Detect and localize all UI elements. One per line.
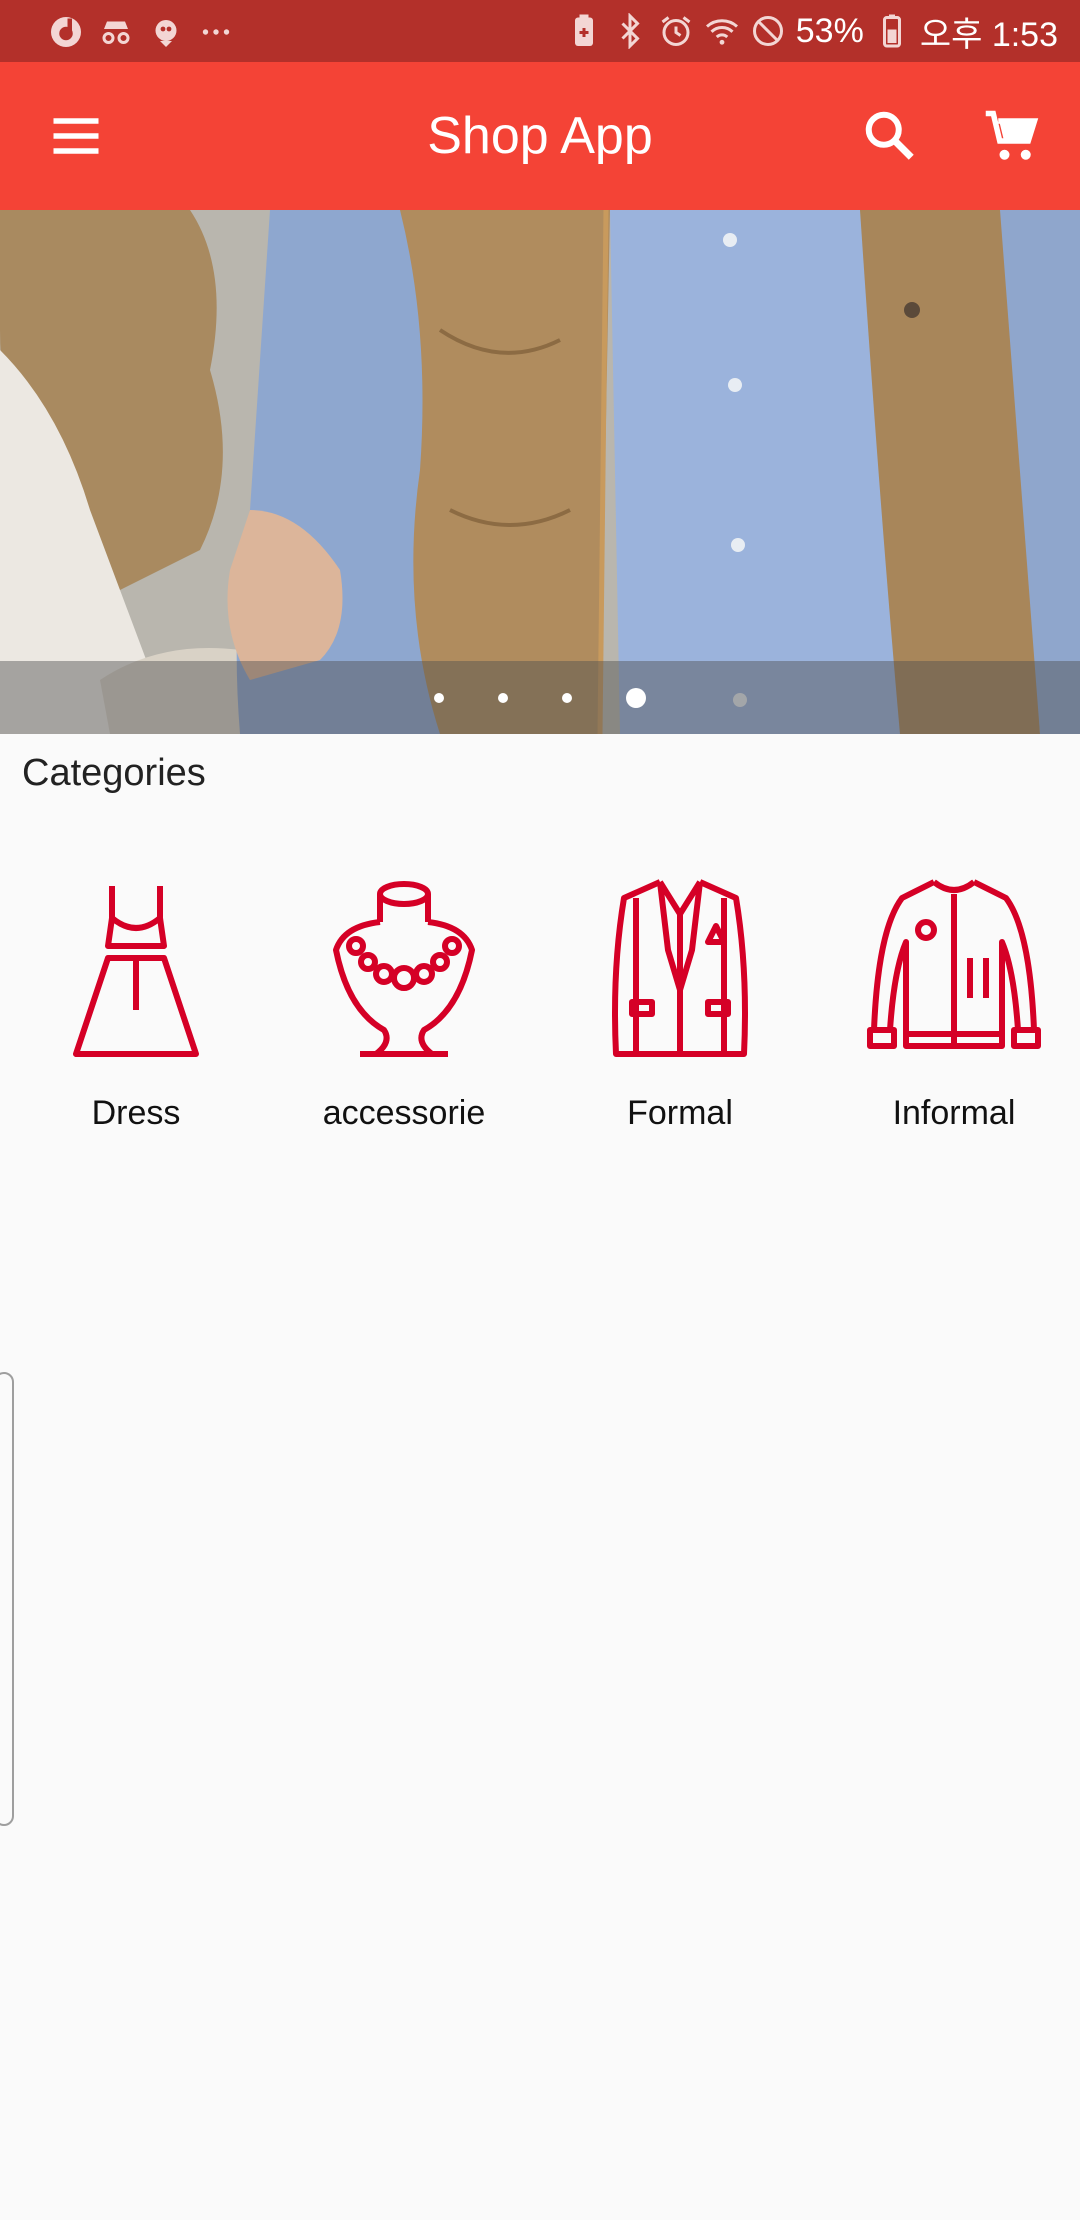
battery-icon <box>874 13 910 49</box>
bluetooth-icon <box>612 12 648 50</box>
do-not-disturb-icon <box>750 13 786 49</box>
battery-saver-icon <box>566 13 602 49</box>
wifi-icon <box>704 13 740 49</box>
battery-percent: 53% <box>795 11 864 50</box>
alarm-icon <box>658 13 694 49</box>
bird-app-icon <box>148 14 184 50</box>
search-button[interactable] <box>860 106 920 166</box>
app-bar: Shop App <box>0 62 1080 210</box>
category-informal[interactable]: Informal <box>834 870 1074 1133</box>
dress-icon <box>36 870 236 1070</box>
carousel-dot-2[interactable] <box>498 692 508 703</box>
status-right: 53% 오후 1:53 <box>566 8 1058 54</box>
necklace-icon <box>304 870 504 1070</box>
category-label: Dress <box>91 1094 181 1132</box>
category-label: Formal <box>627 1094 733 1132</box>
category-formal[interactable]: Formal <box>560 870 800 1133</box>
status-time: 오후 1:53 <box>919 15 1058 54</box>
cart-icon <box>982 110 1042 170</box>
carousel-dot-4-active[interactable] <box>626 687 646 708</box>
carousel-dot-3[interactable] <box>562 692 572 703</box>
category-dress[interactable]: Dress <box>16 870 256 1133</box>
status-bar: 53% 오후 1:53 <box>0 0 1080 62</box>
status-left <box>48 12 234 52</box>
carousel-dot-1[interactable] <box>434 692 444 703</box>
category-accessorie[interactable]: accessorie <box>284 870 524 1133</box>
category-label: Informal <box>892 1094 1016 1132</box>
edge-panel-handle[interactable] <box>0 1372 14 1826</box>
category-label: accessorie <box>322 1094 486 1132</box>
jacket-icon <box>854 870 1054 1070</box>
banner-carousel[interactable] <box>0 210 1080 734</box>
categories-list: Dress accessorie Formal Informal <box>0 870 1080 1150</box>
search-icon <box>860 111 920 170</box>
incognito-icon <box>98 14 134 50</box>
notification-app-icon <box>48 14 84 50</box>
banner-image <box>0 210 1080 734</box>
carousel-indicator-bar <box>0 661 1080 734</box>
blazer-icon <box>580 870 780 1070</box>
cart-button[interactable] <box>982 106 1042 166</box>
categories-heading: Categories <box>22 752 206 794</box>
more-dots-icon <box>198 14 234 50</box>
